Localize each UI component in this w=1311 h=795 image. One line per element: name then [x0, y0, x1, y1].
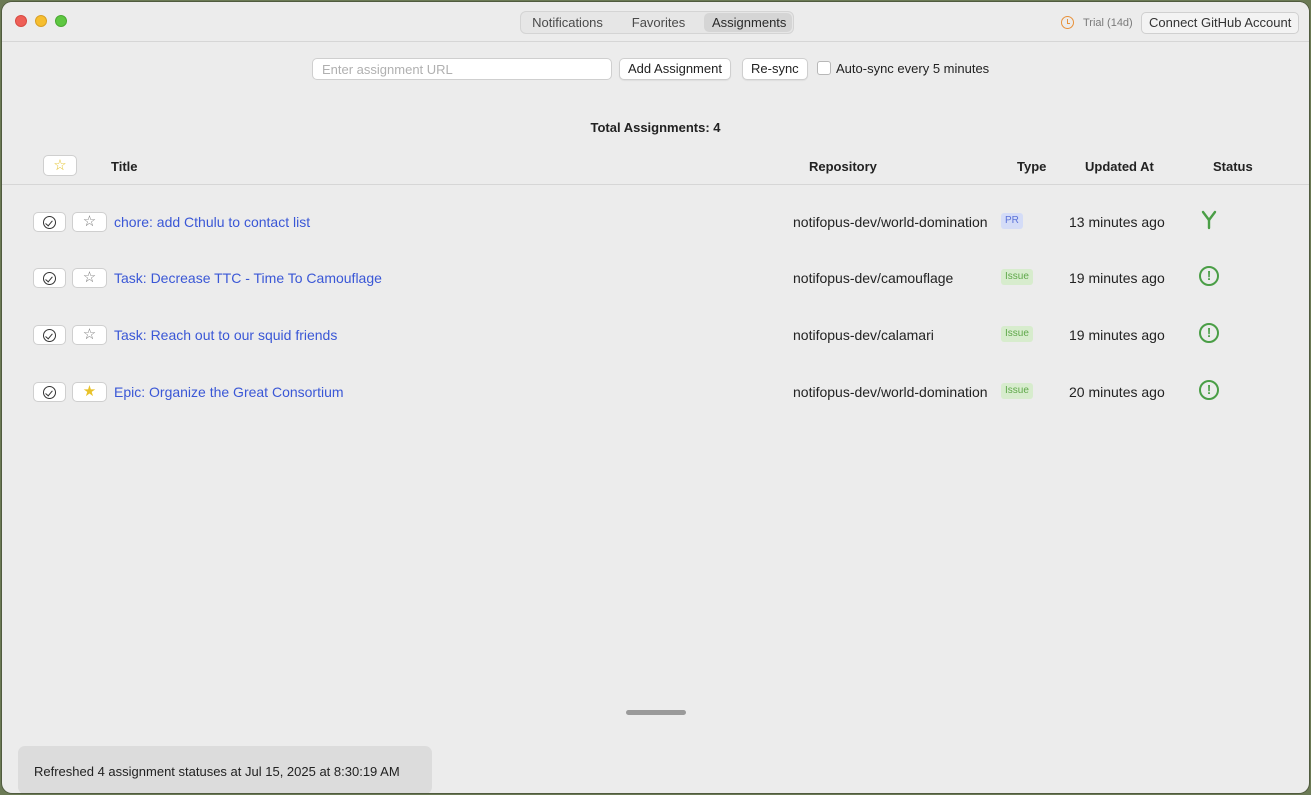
- connect-github-button[interactable]: Connect GitHub Account: [1141, 12, 1300, 34]
- status-toast: Refreshed 4 assignment statuses at Jul 1…: [18, 746, 432, 793]
- mark-done-button[interactable]: [33, 212, 66, 232]
- updated-at: 19 minutes ago: [1069, 327, 1165, 343]
- table-row: ☆ Task: Reach out to our squid friends n…: [2, 317, 1309, 357]
- repository-name: notifopus-dev/camouflage: [793, 270, 954, 286]
- checkmark-circle-icon: [43, 272, 56, 285]
- favorite-toggle-button[interactable]: ☆: [72, 212, 107, 232]
- autosync-label: Auto-sync every 5 minutes: [836, 61, 990, 76]
- repository-name: notifopus-dev/world-domination: [793, 214, 988, 230]
- total-assignments-label: Total Assignments: 4: [590, 120, 721, 135]
- open-issue-icon: !: [1199, 266, 1219, 286]
- table-row: ☆ chore: add Cthulu to contact list noti…: [2, 204, 1309, 244]
- tab-assignments[interactable]: Assignments: [704, 13, 792, 32]
- zoom-window-button[interactable]: [55, 15, 67, 27]
- repository-name: notifopus-dev/calamari: [793, 327, 934, 343]
- checkmark-circle-icon: [43, 329, 56, 342]
- favorite-toggle-button[interactable]: ☆: [72, 325, 107, 345]
- type-badge: Issue: [1001, 383, 1033, 399]
- status-message: Refreshed 4 assignment statuses at Jul 1…: [34, 764, 400, 779]
- trial-label: Trial (14d): [1083, 17, 1133, 29]
- title-bar: Notifications Favorites Assignments Tria…: [2, 2, 1309, 42]
- app-window: Notifications Favorites Assignments Tria…: [2, 2, 1309, 793]
- checkmark-circle-icon: [43, 386, 56, 399]
- view-tab-bar: Notifications Favorites Assignments: [520, 11, 794, 34]
- open-issue-icon: !: [1199, 323, 1219, 343]
- favorites-filter-button[interactable]: ☆: [43, 155, 77, 176]
- mark-done-button[interactable]: [33, 268, 66, 288]
- add-assignment-button[interactable]: Add Assignment: [619, 58, 731, 80]
- favorite-toggle-button[interactable]: ★: [72, 382, 107, 402]
- table-row: ★ Epic: Organize the Great Consortium no…: [2, 374, 1309, 414]
- close-window-button[interactable]: [15, 15, 27, 27]
- favorite-toggle-button[interactable]: ☆: [72, 268, 107, 288]
- column-header-repository[interactable]: Repository: [809, 159, 877, 174]
- assignment-title-link[interactable]: chore: add Cthulu to contact list: [114, 214, 310, 230]
- open-issue-icon: !: [1199, 380, 1219, 400]
- clock-icon: [1061, 16, 1074, 29]
- updated-at: 19 minutes ago: [1069, 270, 1165, 286]
- column-header-title[interactable]: Title: [111, 159, 138, 174]
- repository-name: notifopus-dev/world-domination: [793, 384, 988, 400]
- column-header-status[interactable]: Status: [1213, 159, 1253, 174]
- merged-pr-icon: [1201, 210, 1217, 230]
- header-divider: [2, 184, 1309, 185]
- type-badge: Issue: [1001, 269, 1033, 285]
- tab-favorites[interactable]: Favorites: [613, 13, 704, 32]
- updated-at: 20 minutes ago: [1069, 384, 1165, 400]
- tab-notifications[interactable]: Notifications: [522, 13, 613, 32]
- split-resize-handle[interactable]: [626, 710, 686, 715]
- column-header-type[interactable]: Type: [1017, 159, 1046, 174]
- type-badge: Issue: [1001, 326, 1033, 342]
- updated-at: 13 minutes ago: [1069, 214, 1165, 230]
- mark-done-button[interactable]: [33, 382, 66, 402]
- minimize-window-button[interactable]: [35, 15, 47, 27]
- autosync-checkbox[interactable]: [817, 61, 831, 75]
- assignment-url-input[interactable]: [312, 58, 612, 80]
- assignment-title-link[interactable]: Task: Reach out to our squid friends: [114, 327, 337, 343]
- resync-button[interactable]: Re-sync: [742, 58, 808, 80]
- assignment-title-link[interactable]: Epic: Organize the Great Consortium: [114, 384, 344, 400]
- table-row: ☆ Task: Decrease TTC - Time To Camouflag…: [2, 260, 1309, 300]
- type-badge: PR: [1001, 213, 1023, 229]
- checkmark-circle-icon: [43, 216, 56, 229]
- assignment-title-link[interactable]: Task: Decrease TTC - Time To Camouflage: [114, 270, 382, 286]
- column-header-updated-at[interactable]: Updated At: [1085, 159, 1154, 174]
- mark-done-button[interactable]: [33, 325, 66, 345]
